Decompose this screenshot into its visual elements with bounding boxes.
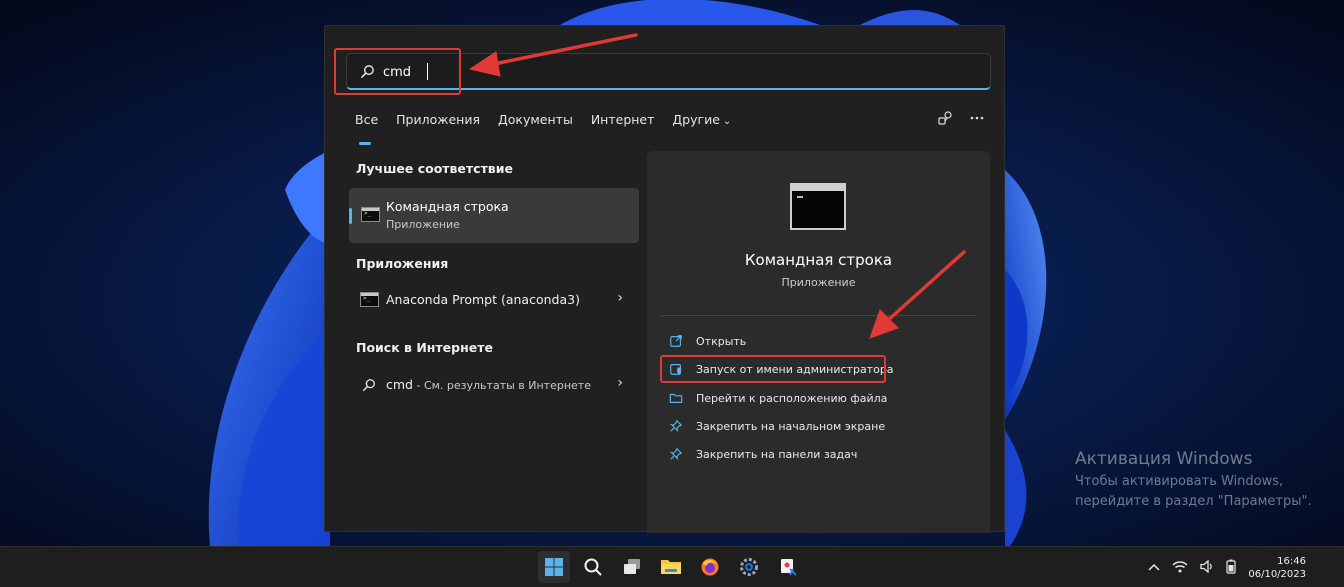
- folder-icon: [669, 393, 683, 403]
- best-match-heading: Лучшее соответствие: [356, 161, 513, 176]
- app-item-anaconda[interactable]: Anaconda Prompt (anaconda3) ›: [349, 285, 639, 315]
- firefox-icon: [701, 558, 719, 576]
- account-network-icon: [938, 111, 952, 125]
- command-prompt-icon: [361, 207, 380, 222]
- action-open[interactable]: Открыть: [669, 331, 746, 351]
- tab-internet[interactable]: Интернет: [591, 112, 655, 136]
- web-search-heading: Поиск в Интернете: [356, 340, 493, 355]
- windows-search-panel: Все Приложения Документы Интернет Другие…: [324, 25, 1005, 533]
- volume-button[interactable]: [1200, 559, 1214, 576]
- action-open-file-location[interactable]: Перейти к расположению файла: [669, 388, 887, 408]
- action-label: Открыть: [696, 334, 747, 348]
- activation-watermark: Активация Windows Чтобы активировать Win…: [1075, 449, 1312, 512]
- battery-icon: [1226, 559, 1236, 574]
- watermark-line-2: перейдите в раздел "Параметры".: [1075, 494, 1312, 509]
- snipping-tool-icon: [781, 559, 797, 576]
- apps-heading: Приложения: [356, 256, 449, 271]
- clock[interactable]: 16:46 06/10/2023: [1248, 555, 1306, 581]
- app-item-label: Anaconda Prompt (anaconda3): [386, 292, 580, 307]
- more-dots-icon: [970, 116, 984, 120]
- gear-icon: [740, 558, 758, 576]
- wifi-icon: [1172, 560, 1188, 572]
- clock-time: 16:46: [1277, 555, 1306, 567]
- more-options-button[interactable]: [968, 109, 986, 127]
- system-tray: 16:46 06/10/2023: [1148, 547, 1344, 587]
- clock-date: 06/10/2023: [1248, 568, 1306, 580]
- tab-apps[interactable]: Приложения: [396, 112, 480, 136]
- pin-icon: [669, 419, 683, 433]
- chevron-right-icon[interactable]: ›: [617, 375, 623, 391]
- search-icon: [362, 379, 375, 392]
- command-prompt-large-icon: [790, 183, 846, 230]
- detail-subtitle: Приложение: [781, 276, 856, 289]
- start-button[interactable]: [538, 551, 570, 583]
- web-search-item[interactable]: cmd - См. результаты в Интернете ›: [349, 370, 639, 400]
- best-match-title: Командная строка: [386, 199, 509, 214]
- pin-icon: [669, 447, 683, 461]
- divider: [661, 315, 976, 316]
- file-explorer-button[interactable]: [655, 551, 687, 583]
- account-switch-button[interactable]: [936, 109, 954, 127]
- chevron-down-icon: ⌄: [722, 116, 732, 127]
- selection-indicator: [349, 208, 352, 224]
- firefox-button[interactable]: [694, 551, 726, 583]
- taskbar-search-button[interactable]: [577, 551, 609, 583]
- web-suffix: - См. результаты в Интернете: [412, 379, 591, 392]
- search-highlight-box: [334, 48, 461, 95]
- action-label: Закрепить на начальном экране: [696, 419, 886, 433]
- tab-all[interactable]: Все: [355, 112, 378, 145]
- taskbar: 16:46 06/10/2023: [0, 546, 1344, 587]
- snipping-tool-button[interactable]: [772, 551, 804, 583]
- search-icon: [584, 558, 602, 576]
- detail-title: Командная строка: [744, 251, 893, 269]
- tab-documents[interactable]: Документы: [498, 112, 573, 136]
- windows-logo-icon: [545, 558, 563, 576]
- anaconda-prompt-icon: [360, 292, 379, 307]
- chevron-right-icon[interactable]: ›: [617, 290, 623, 306]
- battery-button[interactable]: [1226, 559, 1236, 577]
- folder-icon: [661, 560, 681, 574]
- network-button[interactable]: [1172, 560, 1188, 576]
- volume-icon: [1200, 559, 1213, 573]
- action-label: Закрепить на панели задач: [696, 447, 858, 461]
- taskbar-apps: [538, 551, 804, 583]
- result-details-pane: Командная строка Приложение Открыть Запу…: [647, 151, 990, 533]
- best-match-subtitle: Приложение: [386, 218, 460, 231]
- best-match-item[interactable]: Командная строка Приложение: [349, 188, 639, 243]
- chevron-up-icon: [1148, 563, 1160, 571]
- admin-highlight-box: [660, 355, 886, 383]
- watermark-title: Активация Windows: [1075, 449, 1253, 469]
- settings-button[interactable]: [733, 551, 765, 583]
- filter-tabs: Все Приложения Документы Интернет Другие…: [355, 112, 749, 145]
- search-toolbar: [936, 109, 986, 127]
- tab-other[interactable]: Другие ⌄: [672, 112, 731, 136]
- web-query: cmd: [386, 377, 413, 392]
- action-pin-to-taskbar[interactable]: Закрепить на панели задач: [669, 444, 857, 464]
- action-pin-to-start[interactable]: Закрепить на начальном экране: [669, 416, 885, 436]
- tray-overflow-button[interactable]: [1148, 561, 1160, 575]
- open-icon: [670, 335, 682, 347]
- task-view-button[interactable]: [616, 551, 648, 583]
- web-search-label: cmd - См. результаты в Интернете: [386, 377, 591, 392]
- action-label: Перейти к расположению файла: [696, 391, 888, 405]
- search-input[interactable]: [383, 60, 963, 84]
- watermark-line-1: Чтобы активировать Windows,: [1075, 474, 1284, 489]
- task-view-icon: [624, 559, 640, 574]
